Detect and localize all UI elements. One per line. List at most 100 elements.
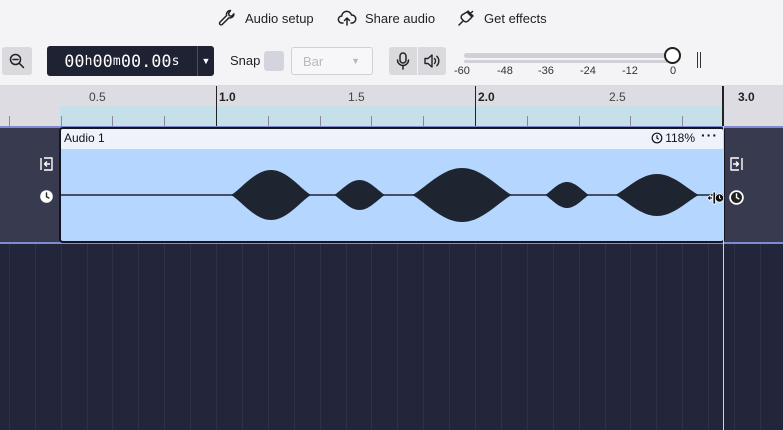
waveform-segment <box>334 180 385 210</box>
playhead[interactable] <box>723 86 724 430</box>
grid-line <box>371 244 372 430</box>
clip-menu-button[interactable]: ··· <box>701 129 718 143</box>
volume-meter-track-secondary <box>464 60 674 63</box>
audio-setup-button[interactable]: Audio setup <box>217 6 314 30</box>
grid-line <box>553 244 554 430</box>
meter-label: -60 <box>454 65 470 77</box>
plug-icon <box>458 10 474 26</box>
grid-line <box>656 244 657 430</box>
meter-label: 0 <box>670 65 677 77</box>
grid-line <box>9 244 10 430</box>
waveform-segment <box>545 182 589 208</box>
grid-line <box>630 244 631 430</box>
wrench-icon <box>218 9 235 26</box>
clock-icon[interactable] <box>39 189 54 204</box>
snap-select[interactable]: Bar ▼ <box>291 47 373 75</box>
grid-line <box>423 244 424 430</box>
grid-line <box>320 244 321 430</box>
ruler-label: 1.5 <box>348 90 365 104</box>
ruler-tick <box>579 116 580 126</box>
clip-speed-value: 118% <box>665 131 695 145</box>
trim-left-icon[interactable] <box>39 156 55 172</box>
ruler-label: 0.5 <box>89 90 106 104</box>
time-hours-unit: h <box>84 53 93 69</box>
volume-meter-track <box>464 53 674 58</box>
grid-line <box>216 244 217 430</box>
ruler-tick <box>268 116 269 126</box>
clock-icon <box>651 132 663 144</box>
clip-header[interactable]: Audio 1 118% ··· <box>61 129 723 149</box>
grid-line <box>190 244 191 430</box>
audio-setup-label: Audio setup <box>245 10 314 26</box>
grid-line <box>605 244 606 430</box>
grid-line <box>501 244 502 430</box>
time-display[interactable]: 00 h 00 m 00.00 s <box>47 46 197 76</box>
ruler-tick <box>630 116 631 126</box>
audio-clip[interactable]: Audio 1 118% ··· <box>59 127 725 243</box>
cloud-upload-icon <box>337 10 357 26</box>
microphone-button[interactable] <box>389 47 417 75</box>
time-seconds: 00.00 <box>120 51 172 71</box>
snap-select-value: Bar <box>303 53 324 69</box>
grid-line <box>579 244 580 430</box>
ruler-tick <box>682 116 683 126</box>
clip-speed-indicator: 118% <box>651 131 695 145</box>
zoom-out-button[interactable] <box>2 47 32 75</box>
ruler-tick <box>112 116 113 126</box>
speaker-button[interactable] <box>418 47 446 75</box>
meter-label: -36 <box>538 65 554 77</box>
caret-down-icon: ▼ <box>201 56 211 66</box>
grid-line <box>475 244 476 430</box>
ruler-tick <box>527 116 528 126</box>
grid-line <box>164 244 165 430</box>
grid-line <box>760 244 761 430</box>
volume-slider-thumb[interactable] <box>664 47 681 64</box>
zoom-out-icon <box>9 53 25 69</box>
ruler-tick <box>475 86 476 126</box>
snap-label: Snap <box>230 53 261 68</box>
stretch-clock-icon[interactable] <box>728 189 745 206</box>
share-audio-label: Share audio <box>365 10 436 26</box>
waveform-segment <box>231 170 311 220</box>
ruler-label: 3.0 <box>738 90 755 104</box>
speaker-icon <box>424 54 440 68</box>
meter-label: -24 <box>580 65 596 77</box>
waveform-segment <box>615 174 699 216</box>
share-audio-button[interactable]: Share audio <box>337 6 435 30</box>
time-seconds-unit: s <box>171 53 180 69</box>
trim-right-icon[interactable] <box>728 156 744 172</box>
ruler-tick <box>371 116 372 126</box>
ruler-tick <box>164 116 165 126</box>
ruler-label: 2.5 <box>609 90 626 104</box>
time-hours: 00 <box>64 51 85 71</box>
grid-line <box>397 244 398 430</box>
get-effects-button[interactable]: Get effects <box>456 6 547 30</box>
meter-label: -48 <box>497 65 513 77</box>
grid-line <box>449 244 450 430</box>
grid-line <box>242 244 243 430</box>
waveform-segment <box>412 168 512 222</box>
grid-line <box>294 244 295 430</box>
time-format-dropdown[interactable]: ▼ <box>197 46 214 76</box>
waveform <box>61 168 723 222</box>
grid-line <box>87 244 88 430</box>
top-toolbar: Audio setup Share audio Get effects <box>0 0 783 36</box>
grid-line <box>35 244 36 430</box>
get-effects-label: Get effects <box>484 10 547 26</box>
ruler-label: 1.0 <box>219 90 236 104</box>
ruler-label: 2.0 <box>478 90 495 104</box>
grid-line <box>734 244 735 430</box>
ruler-tick <box>320 116 321 126</box>
snap-checkbox[interactable] <box>264 51 284 71</box>
grid-line <box>138 244 139 430</box>
grid-line <box>682 244 683 430</box>
microphone-icon <box>396 52 410 70</box>
ruler-selection <box>60 106 723 126</box>
grid-line <box>61 244 62 430</box>
ruler-tick <box>216 86 217 126</box>
playhead-marker <box>722 86 724 126</box>
grid-line <box>708 244 709 430</box>
ruler-tick <box>9 116 10 126</box>
grid-line <box>112 244 113 430</box>
ruler-tick <box>423 116 424 126</box>
